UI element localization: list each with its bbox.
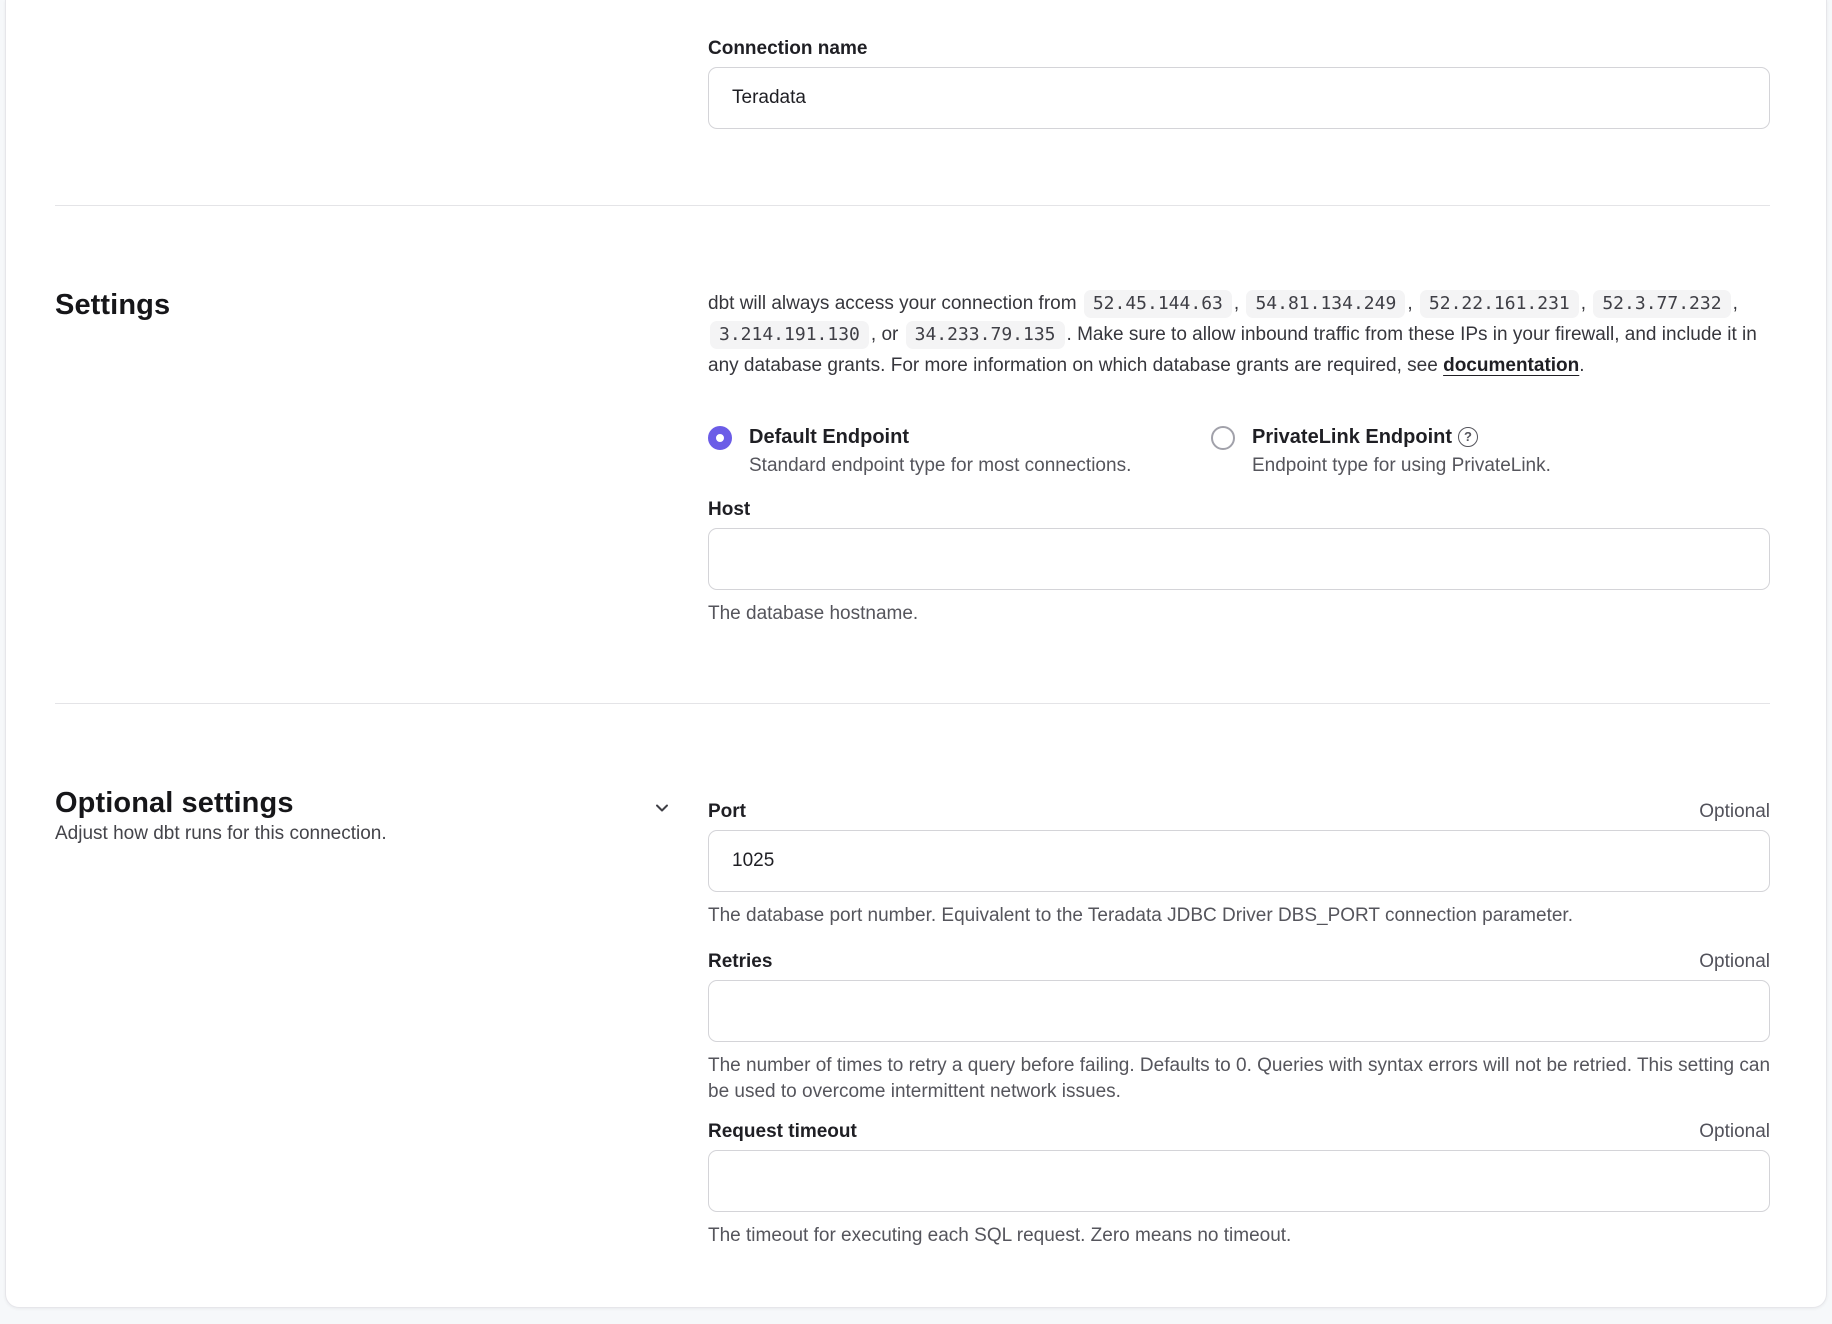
host-field-group: Host The database hostname. (708, 499, 1770, 627)
privatelink-endpoint-description: Endpoint type for using PrivateLink. (1252, 453, 1551, 479)
retries-label: Retries (708, 951, 772, 973)
documentation-link[interactable]: documentation (1443, 355, 1579, 376)
endpoint-option-default[interactable]: Default Endpoint Standard endpoint type … (708, 425, 1211, 479)
port-field-group: Port Optional The database port number. … (708, 801, 1770, 929)
chevron-down-icon (652, 806, 672, 821)
host-input[interactable] (708, 528, 1770, 590)
collapse-section-button[interactable] (650, 796, 674, 820)
request-timeout-help-text: The timeout for executing each SQL reque… (708, 1223, 1770, 1249)
connection-name-input[interactable] (708, 67, 1770, 129)
port-input[interactable] (708, 830, 1770, 892)
connection-settings-card: Connection name Settings dbt will always… (5, 0, 1827, 1308)
retries-input[interactable] (708, 980, 1770, 1042)
ip-address-pill: 3.214.191.130 (710, 321, 869, 349)
port-label: Port (708, 801, 746, 823)
ip-address-pill: 52.3.77.232 (1593, 290, 1730, 318)
left-spacer (55, 38, 708, 129)
ip-address-pill: 34.233.79.135 (906, 321, 1065, 349)
ip-notice: dbt will always access your connection f… (708, 288, 1770, 381)
optional-badge: Optional (1699, 951, 1770, 973)
optional-badge: Optional (1699, 801, 1770, 823)
host-help-text: The database hostname. (708, 601, 1770, 627)
retries-field-group: Retries Optional The number of times to … (708, 951, 1770, 1105)
help-icon[interactable]: ? (1458, 427, 1478, 447)
ip-address-pill: 52.45.144.63 (1084, 290, 1232, 318)
ip-address-pill: 52.22.161.231 (1420, 290, 1579, 318)
endpoint-option-privatelink[interactable]: PrivateLink Endpoint? Endpoint type for … (1211, 425, 1770, 479)
request-timeout-field-group: Request timeout Optional The timeout for… (708, 1121, 1770, 1249)
ip-address-pill: 54.81.134.249 (1246, 290, 1405, 318)
optional-settings-title: Optional settings (55, 786, 387, 820)
default-endpoint-label: Default Endpoint (749, 425, 1131, 450)
privatelink-endpoint-radio[interactable] (1211, 426, 1235, 450)
request-timeout-input[interactable] (708, 1150, 1770, 1212)
host-label: Host (708, 499, 1770, 521)
port-help-text: The database port number. Equivalent to … (708, 903, 1770, 929)
privatelink-endpoint-label: PrivateLink Endpoint? (1252, 425, 1551, 450)
connection-name-section: Connection name (6, 0, 1826, 129)
optional-settings-section: Optional settings Adjust how dbt runs fo… (6, 704, 1826, 1249)
endpoint-type-options: Default Endpoint Standard endpoint type … (708, 425, 1770, 479)
settings-section: Settings dbt will always access your con… (6, 206, 1826, 627)
default-endpoint-description: Standard endpoint type for most connecti… (749, 453, 1131, 479)
optional-settings-subtitle: Adjust how dbt runs for this connection. (55, 822, 387, 846)
settings-section-title: Settings (55, 288, 708, 322)
optional-badge: Optional (1699, 1121, 1770, 1143)
request-timeout-label: Request timeout (708, 1121, 857, 1143)
default-endpoint-radio[interactable] (708, 426, 732, 450)
retries-help-text: The number of times to retry a query bef… (708, 1053, 1770, 1105)
connection-name-label: Connection name (708, 38, 1770, 60)
